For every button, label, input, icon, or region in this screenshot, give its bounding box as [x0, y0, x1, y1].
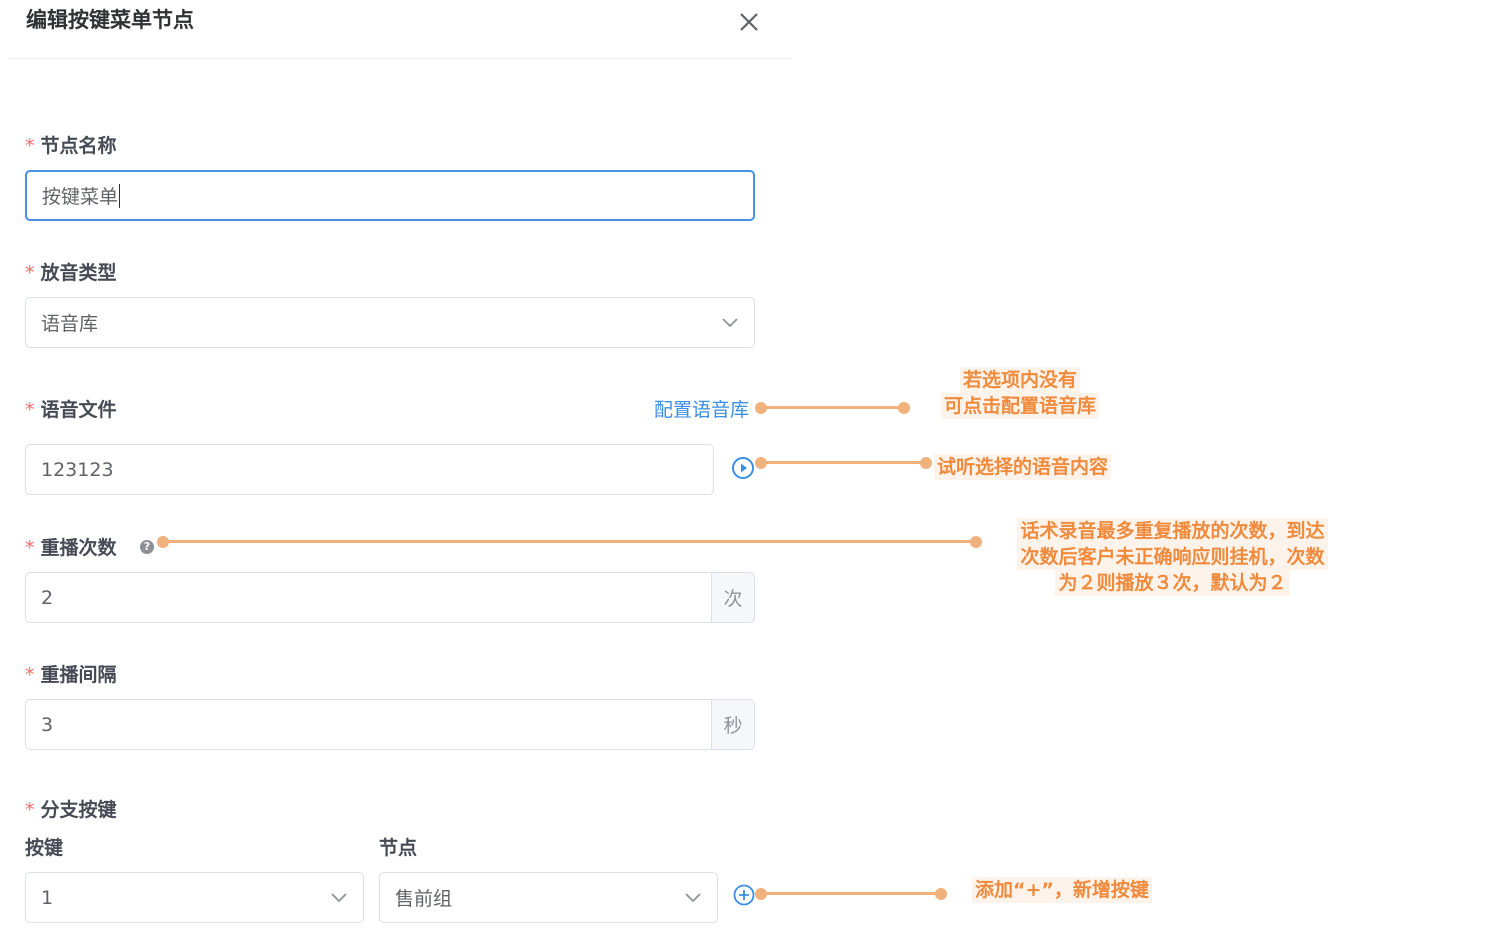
annotation-preview: 试听选择的语音内容	[934, 454, 1112, 480]
close-icon[interactable]	[737, 10, 761, 34]
chevron-down-icon	[331, 893, 347, 903]
annotation-line	[761, 461, 925, 464]
replay-interval-input[interactable]: 3 秒	[25, 699, 755, 750]
node-select[interactable]: 售前组	[379, 872, 718, 923]
annotation-replay-count: 话术录音最多重复播放的次数，到达 次数后客户未正确响应则挂机，次数 为２则播放３次，…	[990, 518, 1355, 596]
annotation-dot	[970, 536, 982, 548]
replay-interval-label: * 重播间隔	[25, 664, 117, 686]
required-mark: *	[25, 399, 35, 421]
node-name-value: 按键菜单	[42, 186, 119, 208]
voice-file-value: 123123	[41, 458, 114, 481]
required-mark: *	[25, 135, 35, 157]
annotation-voice-library: 若选项内没有 可点击配置语音库	[910, 367, 1130, 419]
edit-dialog: 编辑按键菜单节点 * 节点名称 按键菜单 * 放音类型 语音库 * 语音文件 配置语音…	[0, 0, 792, 929]
required-mark: *	[25, 537, 35, 559]
replay-count-label: * 重播次数	[25, 537, 117, 559]
add-circle-icon[interactable]	[733, 884, 755, 906]
replay-interval-unit: 秒	[711, 699, 755, 750]
annotation-line	[761, 406, 903, 409]
key-select[interactable]: 1	[25, 872, 364, 923]
annotation-dot	[898, 402, 910, 414]
required-mark: *	[25, 664, 35, 686]
annotation-add-key: 添加“+”，新增按键	[972, 877, 1152, 903]
node-name-label: * 节点名称	[25, 135, 117, 157]
dialog-title: 编辑按键菜单节点	[26, 8, 194, 32]
required-mark: *	[25, 262, 35, 284]
node-value: 售前组	[395, 888, 453, 910]
annotation-line	[163, 540, 973, 543]
branch-keys-label: * 分支按键	[25, 799, 117, 821]
voice-file-select[interactable]: 123123	[25, 444, 714, 495]
annotation-dot	[920, 457, 932, 469]
play-type-label: * 放音类型	[25, 262, 117, 284]
header-divider	[8, 58, 792, 59]
annotation-line	[761, 892, 941, 895]
replay-interval-field[interactable]: 3	[25, 699, 711, 750]
replay-count-unit: 次	[711, 572, 755, 623]
key-column-label: 按键	[25, 837, 64, 859]
replay-count-field[interactable]: 2	[25, 572, 711, 623]
play-icon[interactable]	[731, 456, 755, 480]
help-icon[interactable]: ?	[140, 540, 154, 554]
replay-count-input[interactable]: 2 次	[25, 572, 755, 623]
play-type-value: 语音库	[41, 313, 99, 335]
required-mark: *	[25, 799, 35, 821]
key-value: 1	[41, 886, 54, 909]
annotation-dot	[935, 888, 947, 900]
voice-file-label: * 语音文件	[25, 399, 117, 421]
configure-voice-library-link[interactable]: 配置语音库	[654, 395, 749, 422]
text-caret	[119, 183, 121, 208]
node-name-input[interactable]: 按键菜单	[25, 170, 755, 221]
node-column-label: 节点	[379, 837, 418, 859]
chevron-down-icon	[722, 318, 738, 328]
chevron-down-icon	[685, 893, 701, 903]
play-type-select[interactable]: 语音库	[25, 297, 755, 348]
